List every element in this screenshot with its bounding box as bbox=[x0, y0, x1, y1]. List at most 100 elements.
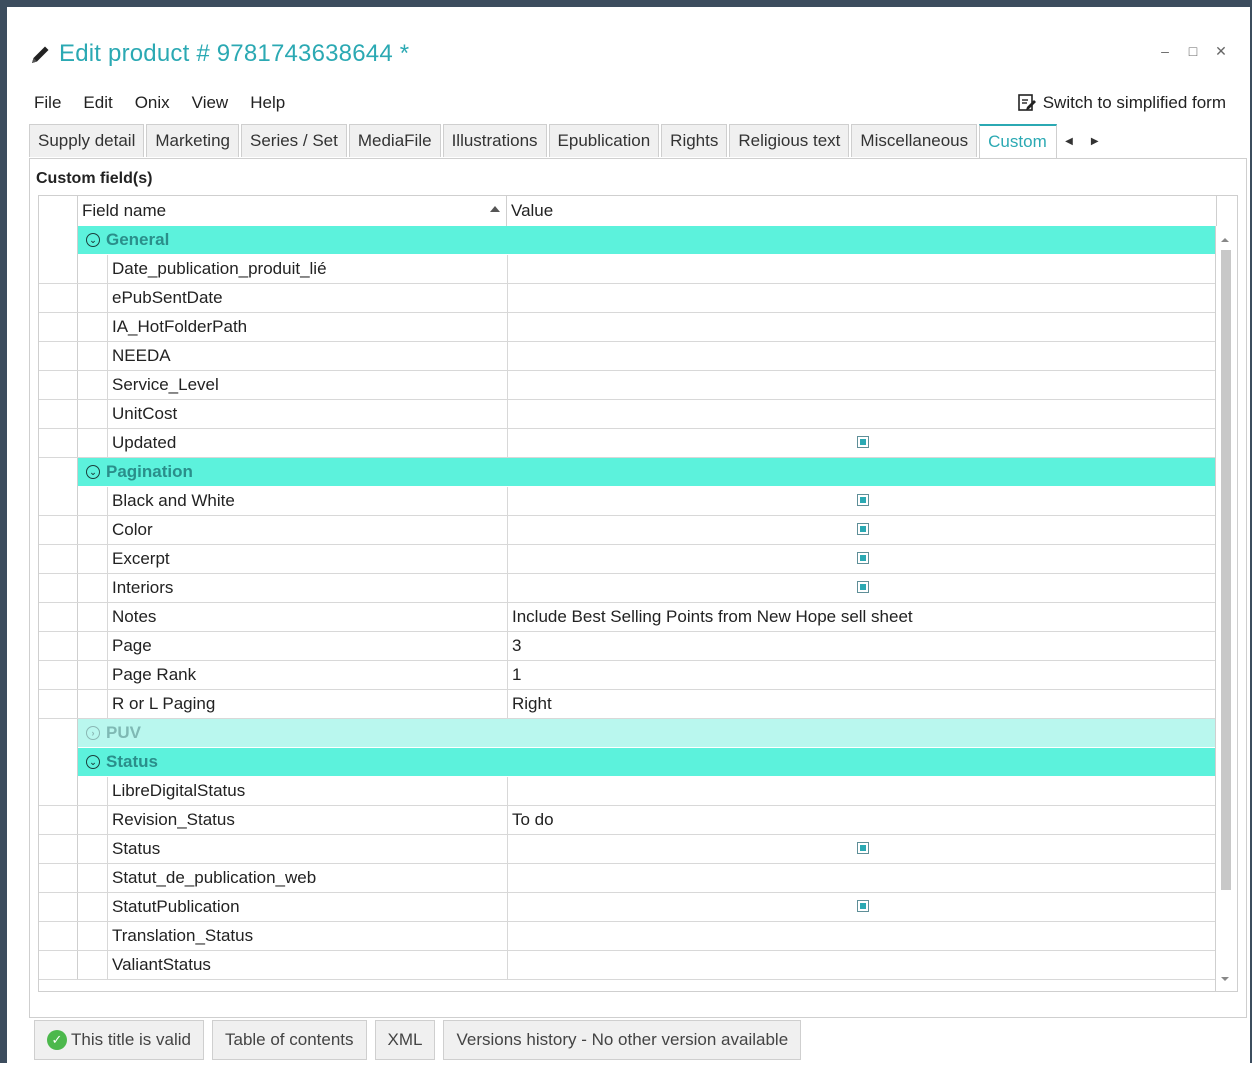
tab-custom[interactable]: Custom bbox=[979, 124, 1058, 158]
menu-edit[interactable]: Edit bbox=[72, 91, 123, 115]
field-value-cell[interactable] bbox=[508, 400, 1216, 428]
field-row[interactable]: R or L Paging Right bbox=[39, 690, 1216, 719]
field-row[interactable]: ePubSentDate bbox=[39, 284, 1216, 313]
field-row[interactable]: Black and White bbox=[39, 487, 1216, 516]
menu-onix[interactable]: Onix bbox=[124, 91, 181, 115]
field-value-cell[interactable] bbox=[508, 777, 1216, 805]
field-value-cell[interactable] bbox=[508, 487, 1216, 515]
checkbox-icon[interactable] bbox=[857, 552, 869, 564]
checkbox-icon[interactable] bbox=[857, 900, 869, 912]
group-header[interactable]: ⌄ General bbox=[78, 226, 1216, 255]
tab-scroll-right-icon[interactable]: ▶ bbox=[1091, 136, 1099, 147]
scroll-thumb[interactable] bbox=[1221, 250, 1231, 890]
tab-mediafile[interactable]: MediaFile bbox=[348, 124, 441, 157]
field-row[interactable]: Date_publication_produit_lié bbox=[39, 255, 1216, 284]
field-value-cell[interactable]: 3 bbox=[508, 632, 1216, 660]
group-row[interactable]: › PUV bbox=[39, 719, 1216, 748]
tab-scroll-left-icon[interactable]: ◀ bbox=[1065, 136, 1073, 147]
checkbox-icon[interactable] bbox=[857, 494, 869, 506]
expand-down-icon[interactable]: ⌄ bbox=[86, 465, 100, 479]
field-value-cell[interactable] bbox=[508, 893, 1216, 921]
header-value[interactable]: Value bbox=[507, 196, 1217, 226]
field-value-cell[interactable] bbox=[508, 371, 1216, 399]
field-row[interactable]: Translation_Status bbox=[39, 922, 1216, 951]
field-value-cell[interactable] bbox=[508, 574, 1216, 602]
field-row[interactable]: Statut_de_publication_web bbox=[39, 864, 1216, 893]
row-indent bbox=[78, 893, 108, 921]
menu-view[interactable]: View bbox=[181, 91, 240, 115]
field-row[interactable]: Status bbox=[39, 835, 1216, 864]
maximize-icon[interactable]: □ bbox=[1186, 43, 1200, 60]
field-row[interactable]: Interiors bbox=[39, 574, 1216, 603]
tab-epublication[interactable]: Epublication bbox=[548, 124, 660, 157]
field-value-cell[interactable] bbox=[508, 516, 1216, 544]
field-row[interactable]: ValiantStatus bbox=[39, 951, 1216, 980]
group-header[interactable]: ⌄ Status bbox=[78, 748, 1216, 777]
tab-miscellaneous[interactable]: Miscellaneous bbox=[851, 124, 978, 157]
field-row[interactable]: UnitCost bbox=[39, 400, 1216, 429]
field-name-cell: Interiors bbox=[108, 574, 508, 602]
row-indent bbox=[78, 690, 108, 718]
checkbox-icon[interactable] bbox=[857, 842, 869, 854]
group-row[interactable]: ⌄ Pagination bbox=[39, 458, 1216, 487]
field-value-cell[interactable] bbox=[508, 922, 1216, 950]
field-value-cell[interactable]: Include Best Selling Points from New Hop… bbox=[508, 603, 1216, 631]
expand-down-icon[interactable]: ⌄ bbox=[86, 233, 100, 247]
field-row[interactable]: NEEDA bbox=[39, 342, 1216, 371]
field-row[interactable]: Page Rank 1 bbox=[39, 661, 1216, 690]
field-value-cell[interactable] bbox=[508, 342, 1216, 370]
menu-file[interactable]: File bbox=[29, 91, 72, 115]
vertical-scrollbar[interactable] bbox=[1215, 226, 1237, 991]
versions-history-button[interactable]: Versions history - No other version avai… bbox=[443, 1020, 802, 1060]
field-value-cell[interactable] bbox=[508, 545, 1216, 573]
field-row[interactable]: Color bbox=[39, 516, 1216, 545]
checkbox-icon[interactable] bbox=[857, 436, 869, 448]
field-value-cell[interactable]: Right bbox=[508, 690, 1216, 718]
section-title: Custom field(s) bbox=[36, 170, 153, 187]
field-row[interactable]: Page 3 bbox=[39, 632, 1216, 661]
switch-simplified-form-button[interactable]: Switch to simplified form bbox=[1017, 93, 1226, 113]
tab-religious-text[interactable]: Religious text bbox=[729, 124, 850, 157]
scroll-up-icon[interactable] bbox=[1221, 238, 1229, 242]
field-name-cell: LibreDigitalStatus bbox=[108, 777, 508, 805]
checkbox-icon[interactable] bbox=[857, 581, 869, 593]
field-value-cell[interactable]: 1 bbox=[508, 661, 1216, 689]
field-value-cell[interactable] bbox=[508, 255, 1216, 283]
checkbox-icon[interactable] bbox=[857, 523, 869, 535]
group-row[interactable]: ⌄ Status bbox=[39, 748, 1216, 777]
group-row[interactable]: ⌄ General bbox=[39, 226, 1216, 255]
field-value-cell[interactable] bbox=[508, 313, 1216, 341]
tab-series-set[interactable]: Series / Set bbox=[240, 124, 347, 157]
menu-help[interactable]: Help bbox=[239, 91, 296, 115]
tab-supply-detail[interactable]: Supply detail bbox=[29, 124, 145, 157]
collapsed-right-icon[interactable]: › bbox=[86, 726, 100, 740]
field-row[interactable]: Service_Level bbox=[39, 371, 1216, 400]
field-row[interactable]: Revision_Status To do bbox=[39, 806, 1216, 835]
field-value-cell[interactable] bbox=[508, 864, 1216, 892]
minimize-icon[interactable]: – bbox=[1158, 43, 1172, 60]
field-value-cell[interactable] bbox=[508, 951, 1216, 979]
field-row[interactable]: Notes Include Best Selling Points from Ne… bbox=[39, 603, 1216, 632]
table-of-contents-button[interactable]: Table of contents bbox=[211, 1020, 367, 1060]
field-value-cell[interactable] bbox=[508, 284, 1216, 312]
expand-down-icon[interactable]: ⌄ bbox=[86, 755, 100, 769]
field-row[interactable]: LibreDigitalStatus bbox=[39, 777, 1216, 806]
field-row[interactable]: Updated bbox=[39, 429, 1216, 458]
field-value-cell[interactable] bbox=[508, 835, 1216, 863]
xml-button[interactable]: XML bbox=[374, 1020, 436, 1060]
scroll-down-icon[interactable] bbox=[1221, 977, 1229, 981]
header-field-name[interactable]: Field name bbox=[78, 196, 507, 226]
field-value-cell[interactable]: To do bbox=[508, 806, 1216, 834]
close-icon[interactable]: ✕ bbox=[1214, 43, 1228, 60]
tab-illustrations[interactable]: Illustrations bbox=[442, 124, 547, 157]
tab-rights[interactable]: Rights bbox=[661, 124, 728, 157]
field-row[interactable]: IA_HotFolderPath bbox=[39, 313, 1216, 342]
group-header[interactable]: › PUV bbox=[78, 719, 1216, 748]
field-row[interactable]: StatutPublication bbox=[39, 893, 1216, 922]
tab-marketing[interactable]: Marketing bbox=[146, 124, 239, 157]
check-circle-icon: ✓ bbox=[47, 1030, 67, 1050]
title-valid-button[interactable]: ✓ This title is valid bbox=[34, 1020, 204, 1060]
field-row[interactable]: Excerpt bbox=[39, 545, 1216, 574]
group-header[interactable]: ⌄ Pagination bbox=[78, 458, 1216, 487]
field-value-cell[interactable] bbox=[508, 429, 1216, 457]
